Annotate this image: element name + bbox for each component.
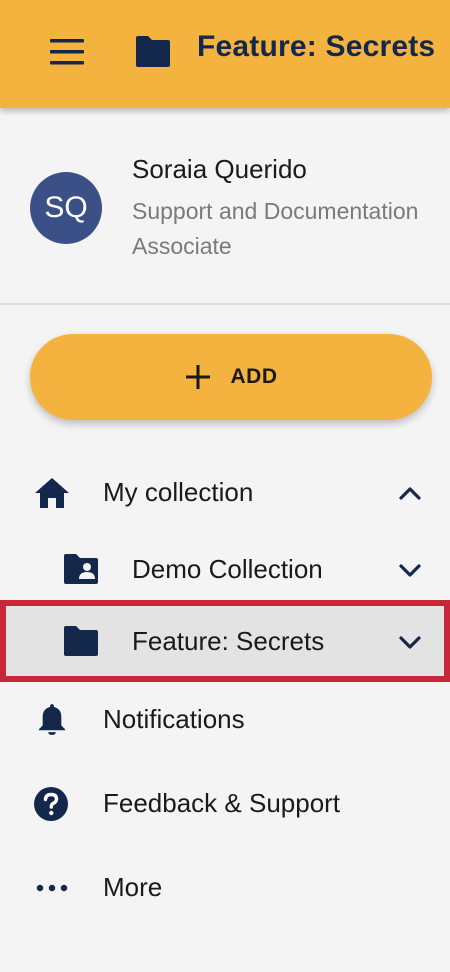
hamburger-menu-icon[interactable] xyxy=(50,38,84,66)
nav-item-label: More xyxy=(103,872,163,902)
nav-item-label: Feature: Secrets xyxy=(132,626,325,656)
divider xyxy=(0,303,450,305)
top-app-bar: Feature: Secrets xyxy=(0,0,450,108)
nav-item-notifications[interactable]: Notifications xyxy=(0,682,450,758)
add-button[interactable]: ADD xyxy=(30,334,432,420)
shared-folder-icon xyxy=(64,554,98,584)
folder-icon xyxy=(136,36,170,67)
nav-item-feature-secrets[interactable]: Feature: Secrets xyxy=(0,600,450,682)
avatar[interactable]: SQ xyxy=(30,172,102,244)
folder-icon xyxy=(64,626,98,656)
nav-item-label: Notifications xyxy=(103,704,245,734)
chevron-down-icon[interactable] xyxy=(398,563,422,579)
home-icon xyxy=(35,478,69,508)
nav-item-my-collection[interactable]: My collection xyxy=(0,455,450,531)
bell-icon xyxy=(38,704,66,735)
nav-item-demo-collection[interactable]: Demo Collection xyxy=(0,532,450,608)
nav-item-label: Demo Collection xyxy=(132,554,323,584)
chevron-up-icon[interactable] xyxy=(398,485,422,501)
chevron-down-icon[interactable] xyxy=(398,635,422,651)
add-button-label: ADD xyxy=(230,365,278,388)
help-circle-icon xyxy=(34,787,68,821)
user-profile: SQ Soraia Querido Support and Documentat… xyxy=(0,108,450,304)
nav-item-more[interactable]: More xyxy=(0,850,450,926)
plus-icon xyxy=(185,365,210,389)
nav-item-label: Feedback & Support xyxy=(103,788,341,818)
page-title: Feature: Secrets xyxy=(197,30,436,63)
more-horizontal-icon xyxy=(36,884,68,892)
user-role: Support and Documentation Associate xyxy=(132,198,419,259)
nav-item-label: My collection xyxy=(103,477,254,507)
user-name: Soraia Querido xyxy=(132,154,307,184)
nav-item-feedback-support[interactable]: Feedback & Support xyxy=(0,766,450,842)
